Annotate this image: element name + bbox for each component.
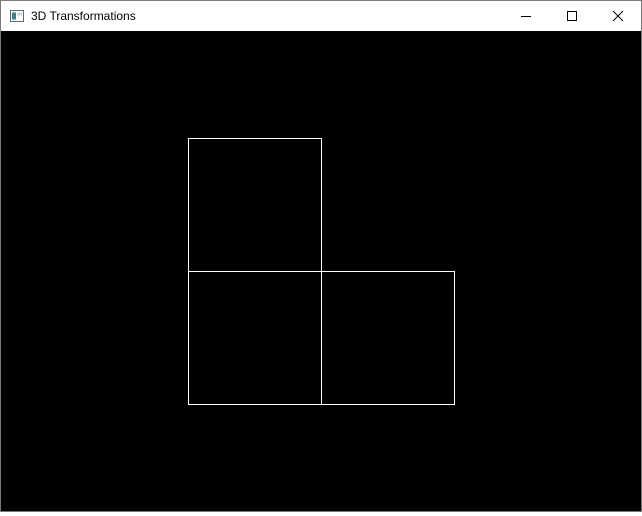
wireframe-square-bottom-right — [321, 271, 455, 405]
scene-svg — [188, 138, 455, 405]
close-button[interactable] — [595, 1, 641, 31]
render-canvas[interactable] — [1, 31, 641, 511]
app-window-icon — [10, 10, 24, 22]
app-window: 3D Transformations — [0, 0, 642, 512]
minimize-button[interactable] — [503, 1, 549, 31]
wireframe-square-bottom-left — [188, 271, 322, 405]
wireframe-square-top — [188, 138, 322, 272]
minimize-icon — [521, 16, 531, 17]
close-icon — [612, 10, 624, 22]
maximize-button[interactable] — [549, 1, 595, 31]
window-title: 3D Transformations — [31, 9, 136, 23]
title-bar[interactable]: 3D Transformations — [1, 1, 641, 31]
maximize-icon — [567, 11, 577, 21]
